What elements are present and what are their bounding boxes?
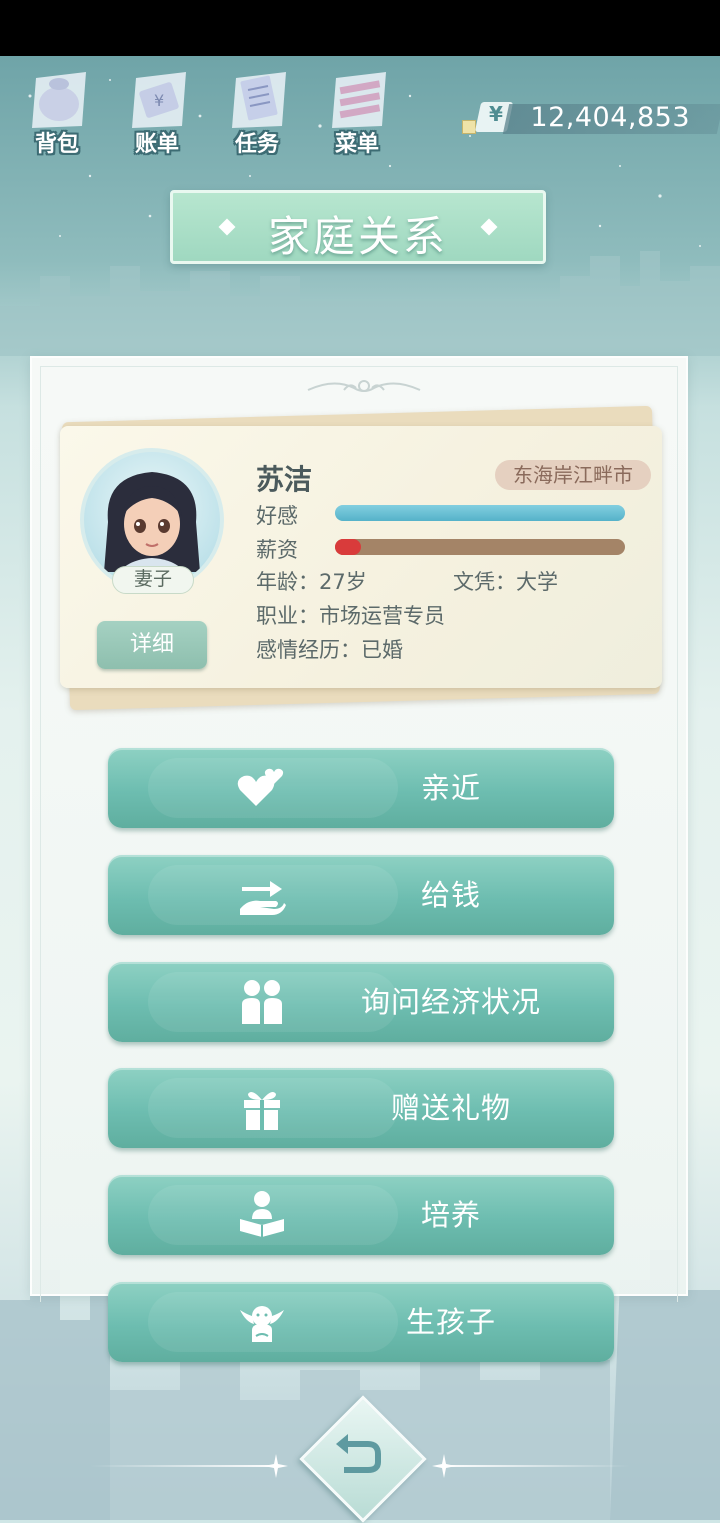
action-label: 亲近 [420,771,481,805]
svg-text:¥: ¥ [154,91,164,110]
page-title-banner: 家庭关系 [170,190,546,264]
sparkle-icon [264,1454,288,1478]
coin-icon [462,120,476,134]
nav-task-label: 任务 [234,132,279,157]
favor-bar-fill [335,505,625,521]
detail-button[interactable]: 详细 [97,621,207,669]
nav-bag-button[interactable]: 背包 [12,62,102,162]
divider-right [440,1465,630,1467]
character-name: 苏洁 [256,463,313,496]
bag-icon [32,72,86,128]
give-money-icon [240,881,286,915]
favor-bar [335,505,625,521]
relationship-text: 感情经历：已婚 [256,638,403,662]
hearts-icon [237,768,284,806]
ornament-icon [307,380,421,392]
action-nurture-button[interactable]: 培养 [108,1175,614,1255]
nav-task-button[interactable]: 任务 [212,62,302,162]
salary-bar-fill [335,539,362,555]
action-label: 培养 [420,1198,481,1232]
gift-icon [244,1092,280,1130]
role-tag: 妻子 [112,566,194,594]
salary-label: 薪资 [256,538,298,562]
action-have-child-button[interactable]: 生孩子 [108,1282,614,1362]
action-get-close-button[interactable]: 亲近 [108,748,614,828]
age-text: 年龄：27岁 [256,570,367,594]
action-label: 询问经济状况 [360,985,541,1019]
money-display: ¥ 12,404,853 [462,98,720,138]
nav-bill-label: 账单 [134,132,179,157]
action-label: 赠送礼物 [390,1091,511,1125]
two-people-icon [242,980,282,1024]
action-give-money-button[interactable]: 给钱 [108,855,614,935]
back-arrow-icon [336,1434,381,1473]
reading-child-icon [240,1191,284,1237]
favor-label: 好感 [256,504,298,528]
money-value: 12,404,853 [530,102,690,133]
salary-bar [335,539,625,555]
action-label: 生孩子 [405,1305,496,1339]
location-badge: 东海岸江畔市 [495,460,651,490]
status-bar [0,0,720,56]
action-label: 给钱 [420,878,481,912]
nav-menu-button[interactable]: 菜单 [312,62,402,162]
occupation-text: 职业：市场运营专员 [256,604,445,628]
nav-bag-label: 背包 [34,132,79,157]
task-icon [232,72,286,128]
bill-icon: ¥ [132,72,186,128]
sparkle-icon [432,1454,456,1478]
divider-left [90,1465,280,1467]
angel-baby-icon [240,1306,284,1342]
action-send-gift-button[interactable]: 赠送礼物 [108,1068,614,1148]
action-ask-finance-button[interactable]: 询问经济状况 [108,962,614,1042]
nav-menu-label: 菜单 [334,132,379,157]
nav-bill-button[interactable]: ¥ 账单 [112,62,202,162]
menu-icon [332,72,386,128]
education-text: 文凭：大学 [453,570,558,594]
